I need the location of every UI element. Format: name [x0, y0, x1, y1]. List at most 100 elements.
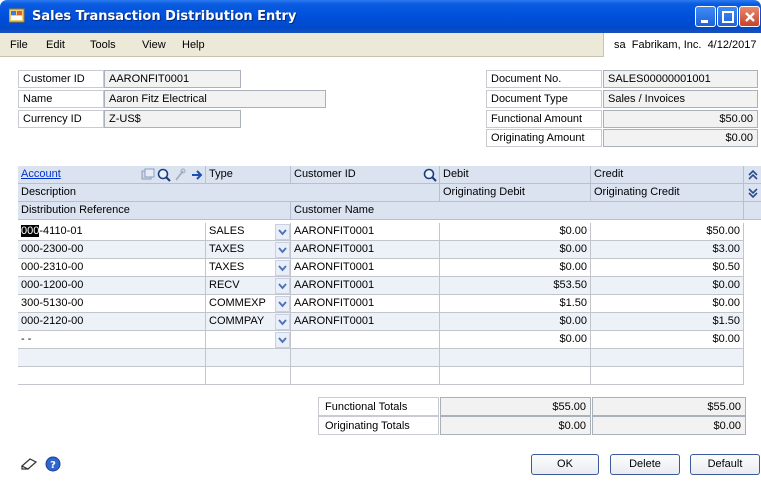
document-no-field: SALES00000001001: [603, 70, 758, 88]
user-date: 4/12/2017: [707, 39, 757, 51]
credit-cell[interactable]: $50.00: [591, 223, 744, 241]
menu-file[interactable]: File: [10, 39, 28, 51]
customer-id-cell[interactable]: [291, 331, 440, 349]
account-tools-icon[interactable]: [173, 168, 187, 185]
search-icon[interactable]: [157, 168, 171, 185]
menu-edit[interactable]: Edit: [46, 39, 65, 51]
ok-button[interactable]: OK: [531, 454, 599, 475]
debit-cell[interactable]: $0.00: [440, 223, 591, 241]
menu-view[interactable]: View: [142, 39, 166, 51]
account-number: 000-2310-00: [21, 261, 84, 273]
customer-id-value: AARONFIT0001: [294, 243, 375, 255]
sales-transaction-distribution-window: Sales Transaction Distribution Entry Fil…: [0, 0, 761, 482]
credit-cell[interactable]: $0.00: [591, 277, 744, 295]
collapse-rows-button[interactable]: [744, 166, 761, 184]
default-button[interactable]: Default: [690, 454, 760, 475]
minimize-button[interactable]: [695, 6, 716, 27]
customer-id-value: AARONFIT0001: [294, 279, 375, 291]
debit-cell[interactable]: [440, 367, 591, 385]
name-field: Aaron Fitz Electrical: [104, 90, 326, 108]
header-spacer: [744, 202, 761, 220]
customer-id-value: AARONFIT0001: [294, 225, 375, 237]
account-cell[interactable]: 300-5130-00: [18, 295, 206, 313]
credit-value: $50.00: [706, 225, 740, 237]
delete-button-label: Delete: [629, 458, 661, 470]
menu-tools[interactable]: Tools: [90, 39, 116, 51]
type-value: TAXES: [209, 261, 245, 273]
customer-id-cell[interactable]: AARONFIT0001: [291, 241, 440, 259]
account-cell[interactable]: 000-2300-00: [18, 241, 206, 259]
customer-id-field: AARONFIT0001: [104, 70, 241, 88]
customer-id-cell[interactable]: AARONFIT0001: [291, 223, 440, 241]
customer-id-cell[interactable]: [291, 367, 440, 385]
debit-cell[interactable]: [440, 349, 591, 367]
type-dropdown-button[interactable]: [275, 296, 290, 312]
credit-cell[interactable]: $1.50: [591, 313, 744, 331]
debit-cell[interactable]: $0.00: [440, 313, 591, 331]
window-icon: [8, 8, 26, 23]
maximize-button[interactable]: [717, 6, 738, 27]
title-bar[interactable]: Sales Transaction Distribution Entry: [0, 0, 761, 33]
customer-lookup-icon[interactable]: [423, 168, 437, 185]
close-button[interactable]: [739, 6, 760, 27]
debit-value: $0.00: [559, 261, 587, 273]
account-cell[interactable]: 000-2120-00: [18, 313, 206, 331]
expand-arrow-icon[interactable]: [191, 168, 203, 185]
customer-name-header: Customer Name: [291, 202, 744, 220]
type-dropdown-button[interactable]: [275, 224, 290, 240]
debit-value: $0.00: [559, 225, 587, 237]
document-no-label: Document No.: [486, 70, 602, 88]
type-dropdown-button[interactable]: [275, 332, 290, 348]
help-icon[interactable]: ?: [45, 456, 61, 475]
menu-help[interactable]: Help: [182, 39, 205, 51]
account-cell[interactable]: 000-2310-00: [18, 259, 206, 277]
credit-cell[interactable]: $0.00: [591, 295, 744, 313]
customer-id-cell[interactable]: [291, 349, 440, 367]
type-dropdown-button[interactable]: [275, 278, 290, 294]
user-company-date[interactable]: sa Fabrikam, Inc. 4/12/2017: [603, 33, 761, 57]
debit-cell[interactable]: $0.00: [440, 259, 591, 277]
originating-totals-debit: $0.00: [440, 416, 591, 435]
type-dropdown-button[interactable]: [275, 260, 290, 276]
type-cell[interactable]: [206, 349, 291, 367]
document-type-label: Document Type: [486, 90, 602, 108]
credit-cell[interactable]: [591, 349, 744, 367]
credit-cell[interactable]: [591, 367, 744, 385]
credit-value: $0.00: [712, 333, 740, 345]
account-cell[interactable]: 000-4110-01: [18, 223, 206, 241]
customer-id-cell[interactable]: AARONFIT0001: [291, 277, 440, 295]
lookup-icon[interactable]: [141, 168, 155, 185]
credit-cell[interactable]: $0.00: [591, 331, 744, 349]
debit-cell[interactable]: $1.50: [440, 295, 591, 313]
originating-amount-label: Originating Amount: [486, 129, 602, 147]
customer-id-cell[interactable]: AARONFIT0001: [291, 295, 440, 313]
account-number: 300-5130-00: [21, 297, 84, 309]
currency-id-field: Z-US$: [104, 110, 241, 128]
account-cell[interactable]: 000-1200-00: [18, 277, 206, 295]
credit-value: $3.00: [712, 243, 740, 255]
account-link[interactable]: Account: [21, 168, 61, 180]
customer-id-cell[interactable]: AARONFIT0001: [291, 313, 440, 331]
account-cell[interactable]: - -: [18, 331, 206, 349]
credit-cell[interactable]: $3.00: [591, 241, 744, 259]
debit-cell[interactable]: $0.00: [440, 331, 591, 349]
delete-button[interactable]: Delete: [610, 454, 680, 475]
originating-amount-field: $0.00: [603, 129, 758, 147]
debit-cell[interactable]: $53.50: [440, 277, 591, 295]
type-dropdown-button[interactable]: [275, 242, 290, 258]
debit-cell[interactable]: $0.00: [440, 241, 591, 259]
customer-id-value: AARONFIT0001: [294, 261, 375, 273]
type-dropdown-button[interactable]: [275, 314, 290, 330]
credit-cell[interactable]: $0.50: [591, 259, 744, 277]
customer-id-cell[interactable]: AARONFIT0001: [291, 259, 440, 277]
type-cell[interactable]: [206, 367, 291, 385]
debit-value: $0.00: [559, 243, 587, 255]
functional-totals-label: Functional Totals: [318, 397, 439, 416]
expand-rows-button[interactable]: [744, 184, 761, 202]
account-number: 000-1200-00: [21, 279, 84, 291]
account-cell[interactable]: [18, 349, 206, 367]
type-value: RECV: [209, 279, 240, 291]
credit-header: Credit: [591, 166, 744, 184]
account-cell[interactable]: [18, 367, 206, 385]
note-icon[interactable]: [20, 456, 38, 475]
